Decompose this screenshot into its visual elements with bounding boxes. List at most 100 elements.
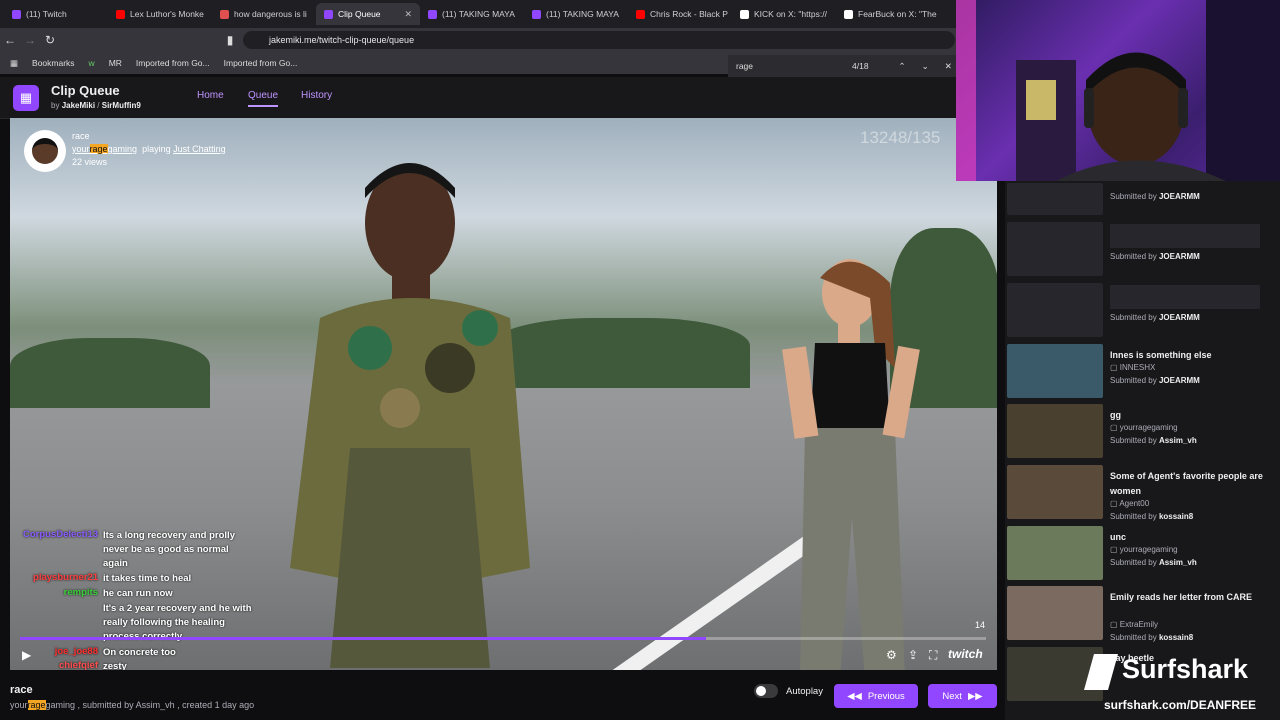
- back-icon[interactable]: ←: [0, 33, 20, 47]
- nav-home[interactable]: Home: [197, 90, 224, 101]
- author-link[interactable]: SirMuffin9: [102, 101, 141, 110]
- submitter-name: Assim_vh: [1158, 558, 1197, 567]
- next-label: Next: [942, 690, 962, 702]
- webcam-overlay: [956, 0, 1280, 181]
- queue-item-channel: ▢ Agent00: [1110, 499, 1149, 508]
- submitted-by-label: Submitted by: [1110, 376, 1157, 385]
- chat-username: rempits: [63, 587, 98, 598]
- app-header: [0, 77, 1005, 119]
- person-man-figure: [290, 163, 530, 668]
- forward-icon[interactable]: →: [20, 33, 40, 47]
- find-bar: rage 4/18 ⌃ ⌄ ✕: [728, 55, 960, 77]
- queue-item-submitter: Submitted by JOEARMM: [1110, 313, 1200, 322]
- bookmark-item[interactable]: w: [89, 58, 95, 68]
- browser-tab[interactable]: (11) TAKING MAYA: [420, 3, 524, 25]
- queue-item[interactable]: Emily reads her letter from CARE ▢ ExtraE…: [1007, 586, 1277, 644]
- nav-history[interactable]: History: [301, 90, 332, 101]
- browser-tab[interactable]: (11) Twitch: [4, 3, 108, 25]
- queue-item-channel: ▢ yourragegaming: [1110, 423, 1178, 432]
- tab-favicon-icon: [844, 9, 853, 19]
- tab-favicon-icon: [532, 9, 541, 19]
- chat-text: he can run now: [103, 588, 173, 599]
- streamer-webcam-image: [956, 0, 1280, 181]
- queue-item-channel: ▢ yourragegaming: [1110, 545, 1178, 554]
- previous-label: Previous: [867, 690, 905, 702]
- progress-bar[interactable]: [20, 637, 986, 640]
- browser-tab[interactable]: how dangerous is li: [212, 3, 316, 25]
- browser-tab[interactable]: Chris Rock - Black P: [628, 3, 732, 25]
- bookmark-icon[interactable]: ▮: [220, 33, 240, 47]
- url-field[interactable]: jakemiki.me/twitch-clip-queue/queue: [243, 31, 955, 49]
- find-count: 4/18: [852, 61, 869, 71]
- bookmark-item[interactable]: Imported from Go...: [136, 58, 210, 68]
- channel-name: yourragegaming: [1119, 545, 1178, 554]
- find-close-icon[interactable]: ✕: [945, 61, 952, 72]
- queue-item[interactable]: Submitted by JOEARMM: [1007, 222, 1277, 280]
- share-icon[interactable]: ⇪: [908, 648, 918, 662]
- search-highlight: rage: [89, 144, 108, 154]
- channel-name: yourragegaming: [1119, 423, 1178, 432]
- bookmark-item[interactable]: Imported from Go...: [224, 58, 298, 68]
- find-next-icon[interactable]: ⌄: [922, 61, 929, 72]
- autoplay-toggle[interactable]: [754, 684, 778, 698]
- game-link[interactable]: Just Chatting: [173, 144, 226, 154]
- channel-name-part: gaming: [107, 144, 138, 154]
- queue-item[interactable]: unc ▢ yourragegaming Submitted by Assim_vh: [1007, 526, 1277, 584]
- browser-tab[interactable]: Clip Queue ✕: [316, 3, 420, 25]
- queue-item[interactable]: gg ▢ yourragegaming Submitted by Assim_vh: [1007, 404, 1277, 462]
- footer-meta-text: gaming , submitted by Assim_vh , created…: [45, 700, 255, 710]
- bookmark-item[interactable]: Bookmarks: [32, 58, 75, 68]
- queue-item-submitter: Submitted by Assim_vh: [1110, 436, 1197, 445]
- clip-duration: 14: [975, 620, 986, 630]
- channel-name-part: your: [10, 700, 28, 710]
- queue-item-submitter: Submitted by Assim_vh: [1110, 558, 1197, 567]
- browser-tab[interactable]: Lex Luthor's Monke: [108, 3, 212, 25]
- queue-thumbnail: [1007, 526, 1103, 580]
- queue-thumbnail: [1007, 465, 1103, 519]
- search-highlight: rage: [27, 700, 46, 710]
- settings-icon[interactable]: ⚙: [886, 648, 897, 662]
- nav-queue[interactable]: Queue: [248, 90, 279, 107]
- queue-item-channel: ▢ ExtraEmily: [1110, 620, 1158, 629]
- queue-item-channel: ▢ INNESHX: [1110, 363, 1155, 372]
- channel-link[interactable]: yourragegaming: [72, 144, 137, 154]
- tab-label: how dangerous is li: [234, 9, 307, 19]
- queue-item[interactable]: Some of Agent's favorite people are wome…: [1007, 465, 1277, 523]
- url-text: jakemiki.me/twitch-clip-queue/queue: [269, 35, 415, 45]
- sponsor-banner: Surfshark: [1080, 650, 1270, 695]
- queue-thumbnail: [1007, 344, 1103, 398]
- queue-title-placeholder: [1110, 285, 1260, 309]
- previous-button[interactable]: ◀◀ Previous: [834, 684, 918, 708]
- queue-title-placeholder: [1110, 224, 1260, 248]
- channel-icon: ▢: [1110, 423, 1120, 432]
- channel-icon: ▢: [1110, 499, 1120, 508]
- browser-tab[interactable]: (11) TAKING MAYA: [524, 3, 628, 25]
- browser-tab[interactable]: KICK on X: "https://: [732, 3, 836, 25]
- browser-tab[interactable]: FearBuck on X: "The: [836, 3, 940, 25]
- chat-username: playsburner21: [33, 572, 98, 583]
- apps-icon[interactable]: ▦: [10, 58, 18, 69]
- sponsor-url: surfshark.com/DEANFREE: [1104, 698, 1257, 712]
- play-icon[interactable]: ▶: [22, 648, 31, 662]
- twitch-logo[interactable]: twitch: [948, 647, 983, 661]
- channel-name: Agent00: [1119, 499, 1150, 508]
- close-tab-icon[interactable]: ✕: [404, 9, 412, 20]
- find-prev-icon[interactable]: ⌃: [899, 61, 906, 72]
- reload-icon[interactable]: ↻: [40, 33, 60, 47]
- fullscreen-icon[interactable]: ⛶: [929, 648, 937, 663]
- channel-avatar[interactable]: [24, 130, 66, 172]
- queue-item-submitter: Submitted by JOEARMM: [1110, 192, 1200, 201]
- queue-item[interactable]: Innes is something else ▢ INNESHX Submitte…: [1007, 344, 1277, 402]
- queue-item[interactable]: Submitted by JOEARMM: [1007, 283, 1277, 341]
- tab-label: (11) TAKING MAYA: [546, 9, 619, 19]
- author-link[interactable]: JakeMiki: [62, 101, 95, 110]
- submitter-name: JOEARMM: [1158, 252, 1200, 261]
- next-button[interactable]: Next ▶▶: [928, 684, 997, 708]
- tab-favicon-icon: [636, 9, 645, 19]
- bookmark-item[interactable]: MR: [109, 58, 122, 68]
- chat-message: joe_joe88 On concrete too: [10, 646, 253, 660]
- submitter-name: JOEARMM: [1158, 192, 1200, 201]
- queue-item-title: Innes is something else: [1110, 350, 1212, 360]
- channel-name: INNESHX: [1119, 363, 1156, 372]
- find-input[interactable]: rage: [736, 61, 846, 71]
